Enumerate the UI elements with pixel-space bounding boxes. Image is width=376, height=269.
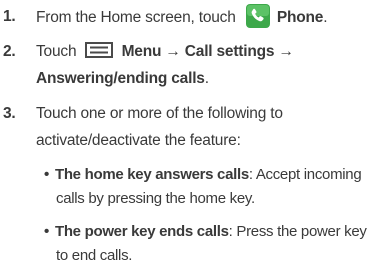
menu-icon: [85, 41, 114, 58]
bullet-home-key: • The home key answers calls: Accept inco…: [44, 163, 362, 186]
bullet-power-key: • The power key ends calls: Press the pow…: [44, 220, 367, 243]
bullet-power-key-continued: to end calls.: [56, 244, 132, 267]
step-text: From the Home screen, touch: [36, 9, 236, 26]
option-title: The power key ends calls: [54, 223, 229, 240]
step-text: activate/deactivate the feature:: [36, 132, 241, 149]
step-number: 1.: [3, 8, 16, 25]
instruction-document: 1. From the Home screen, touch Phone. 2.…: [0, 0, 376, 269]
option-title: The home key answers calls: [54, 166, 249, 183]
option-description: to end calls.: [56, 247, 133, 264]
step-text: Touch: [36, 43, 77, 60]
option-description: : Accept incoming: [248, 166, 362, 183]
step-text: Touch one or more of the following to: [36, 105, 283, 122]
bullet-home-key-continued: calls by pressing the home key.: [56, 187, 255, 210]
bullet-dot: •: [44, 223, 49, 240]
phone-label: Phone: [276, 9, 324, 26]
answering-ending-calls: Answering/ending calls: [36, 70, 205, 87]
option-description: : Press the power key: [228, 223, 367, 240]
bullet-dot: •: [44, 166, 49, 183]
phone-icon: [245, 4, 270, 28]
option-description: calls by pressing the home key.: [56, 190, 255, 207]
step-number: 2.: [3, 43, 16, 60]
step-number: 3.: [3, 105, 16, 122]
menu-path: Menu → Call settings →: [121, 43, 294, 60]
